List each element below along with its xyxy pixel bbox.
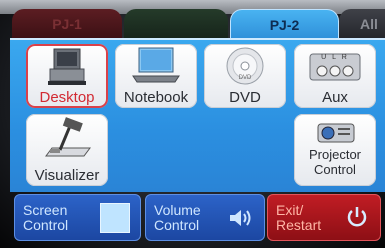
- projector-control-button[interactable]: Projector Control: [294, 114, 376, 186]
- source-desktop-button[interactable]: Desktop: [26, 44, 108, 108]
- tab-label: PJ-1: [52, 16, 82, 32]
- source-notebook-button[interactable]: Notebook: [115, 44, 197, 108]
- aux-port-labels: U L R: [321, 54, 349, 61]
- tab-label: All: [360, 16, 378, 32]
- desktop-label: Desktop: [39, 89, 95, 106]
- dvd-label: DVD: [229, 89, 261, 106]
- document-camera-icon: [45, 117, 91, 157]
- laptop-icon: [132, 47, 180, 83]
- volume-label-line1: Volume: [154, 201, 201, 218]
- volume-control-text: Volume Control: [154, 201, 201, 233]
- projector-icon: [317, 123, 355, 143]
- tab-pj-1[interactable]: PJ-1: [12, 9, 122, 39]
- touch-panel-screen: PJ-1 PJ-2 All Desktop Notebook DVD DVD U…: [0, 0, 385, 248]
- volume-control-button[interactable]: Volume Control: [145, 194, 265, 241]
- exit-label-line1: Exit/: [276, 201, 304, 218]
- notebook-label: Notebook: [123, 89, 189, 106]
- volume-label-line2: Control: [154, 216, 200, 233]
- tab-all[interactable]: All: [339, 9, 385, 39]
- tab-2[interactable]: [124, 9, 228, 39]
- screen-control-button[interactable]: Screen Control: [14, 194, 141, 241]
- exit-restart-text: Exit/ Restart: [276, 201, 322, 233]
- source-visualizer-button[interactable]: Visualizer: [26, 114, 108, 186]
- exit-restart-button[interactable]: Exit/ Restart: [267, 194, 381, 241]
- projector-label: Projector Control: [308, 147, 362, 177]
- source-aux-button[interactable]: U L R Aux: [294, 44, 376, 108]
- tab-pj-2[interactable]: PJ-2: [230, 9, 339, 41]
- speaker-icon: [230, 210, 251, 226]
- tab-label: PJ-2: [269, 17, 300, 33]
- screen-label-line2: Control: [23, 216, 69, 233]
- visualizer-label: Visualizer: [34, 167, 100, 184]
- dvd-disc-icon: DVD: [226, 47, 264, 85]
- svg-text:DVD: DVD: [239, 75, 252, 81]
- exit-label-line2: Restart: [276, 216, 322, 233]
- aux-label: Aux: [322, 89, 348, 106]
- screen-icon: [100, 203, 130, 233]
- power-icon: [347, 207, 367, 227]
- screen-control-text: Screen Control: [23, 201, 69, 233]
- screen-label-line1: Screen: [23, 201, 68, 218]
- desktop-computer-icon: [48, 48, 86, 85]
- source-dvd-button[interactable]: DVD DVD: [204, 44, 286, 108]
